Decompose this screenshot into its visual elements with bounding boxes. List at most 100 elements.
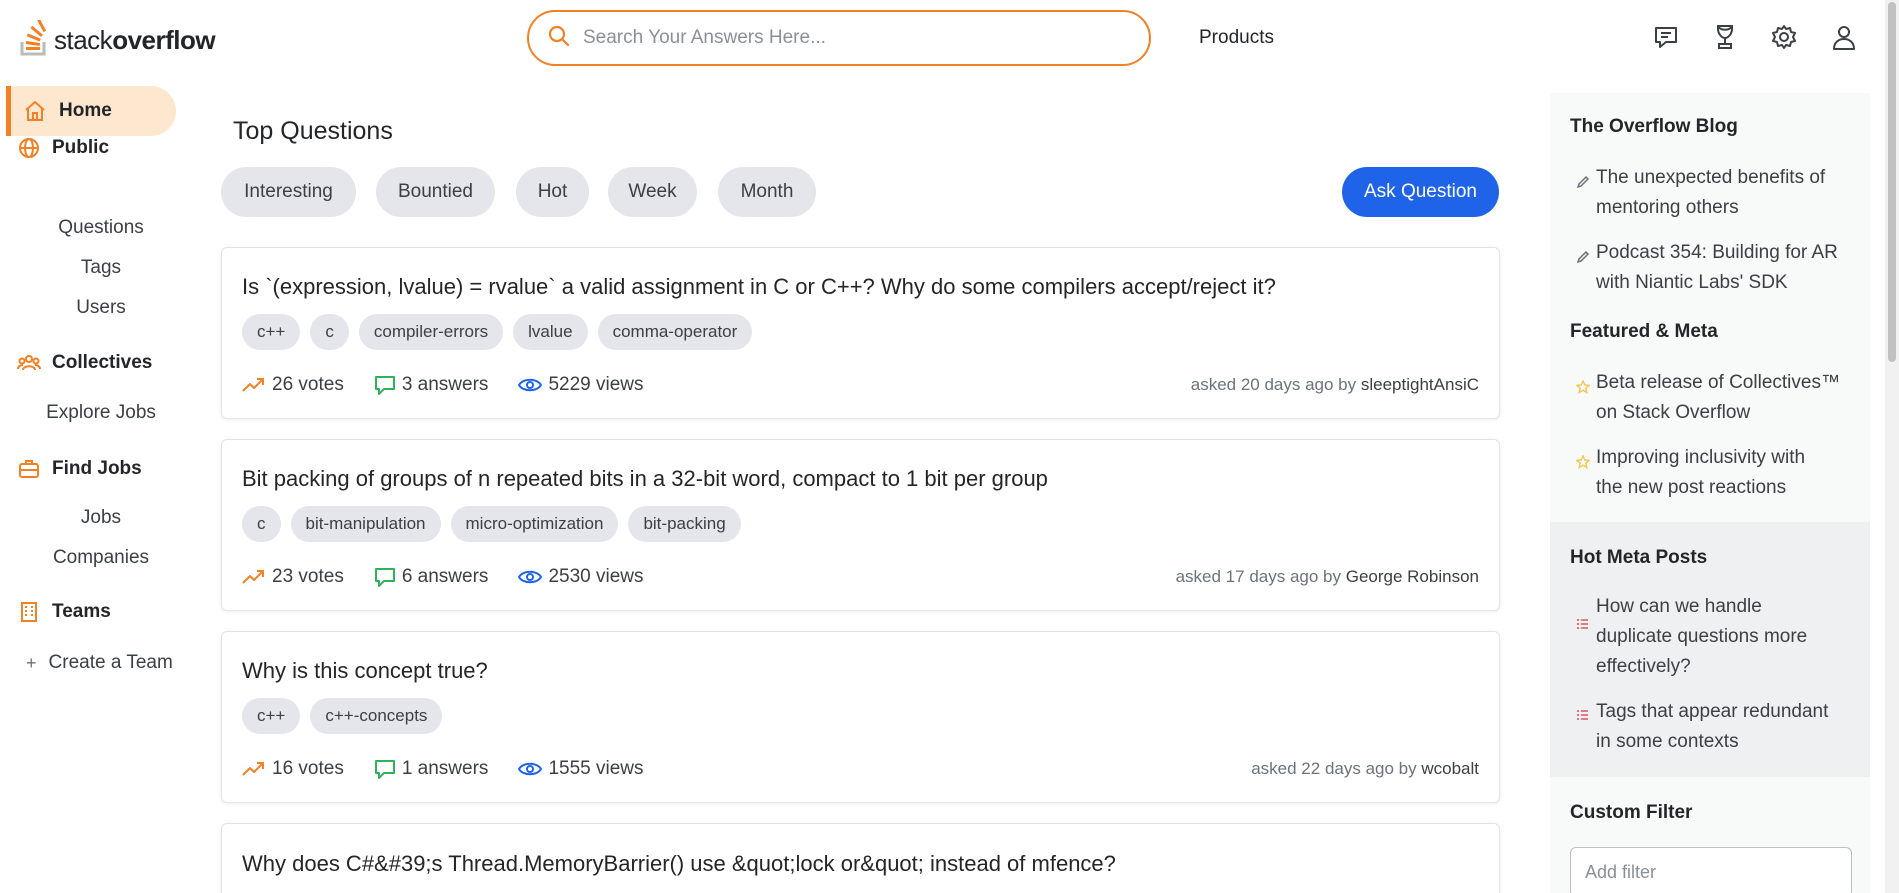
question-title[interactable]: Why does C#&#39;s Thread.MemoryBarrier()… bbox=[242, 851, 1116, 877]
sidebar-item-companies[interactable]: Companies bbox=[6, 547, 196, 569]
question-card: Is `(expression, lvalue) = rvalue` a val… bbox=[221, 247, 1500, 419]
filter-bountied-button[interactable]: Bountied bbox=[376, 167, 495, 217]
inbox-icon[interactable] bbox=[1651, 22, 1681, 52]
featured-item-line: Beta release of Collectives™ bbox=[1596, 372, 1840, 393]
featured-item[interactable]: Improving inclusivity with the new post r… bbox=[1570, 443, 1860, 503]
question-title[interactable]: Bit packing of groups of n repeated bits… bbox=[242, 466, 1048, 492]
sidebar-item-users[interactable]: Users bbox=[6, 297, 196, 319]
add-filter-input[interactable] bbox=[1570, 847, 1852, 893]
sidebar-item-collectives[interactable]: Collectives bbox=[16, 350, 152, 376]
page-title: Top Questions bbox=[233, 117, 393, 145]
tag-list: c++ c compiler-errors lvalue comma-opera… bbox=[242, 314, 753, 350]
trending-up-icon bbox=[242, 760, 266, 778]
views-stat: 1555 views bbox=[518, 758, 644, 780]
tag[interactable]: c++ bbox=[242, 698, 301, 734]
eye-icon bbox=[518, 760, 543, 778]
question-title[interactable]: Why is this concept true? bbox=[242, 658, 488, 684]
filter-interesting-button[interactable]: Interesting bbox=[221, 167, 356, 217]
answers-count: 3 answers bbox=[401, 374, 489, 395]
hot-meta-item-text: How can we handle duplicate questions mor… bbox=[1596, 592, 1807, 682]
sidebar-item-tags[interactable]: Tags bbox=[6, 257, 196, 279]
user-link[interactable]: sleeptightAnsiC bbox=[1361, 375, 1479, 394]
tag[interactable]: comma-operator bbox=[597, 314, 753, 350]
sidebar-item-teams[interactable]: Teams bbox=[16, 599, 111, 625]
stackoverflow-logo[interactable]: stackoverflow bbox=[20, 18, 216, 61]
blog-item-text: Podcast 354: Building for AR with Niantic… bbox=[1596, 238, 1838, 298]
hot-meta-item-text: Tags that appear redundant in some contex… bbox=[1596, 697, 1828, 757]
tag[interactable]: compiler-errors bbox=[358, 314, 504, 350]
votes-count: 23 votes bbox=[272, 566, 344, 587]
top-header: stackoverflow Products bbox=[0, 0, 1899, 78]
answers-count: 6 answers bbox=[401, 566, 489, 587]
featured-item-text: Beta release of Collectives™ on Stack Ove… bbox=[1596, 368, 1840, 428]
user-icon[interactable] bbox=[1829, 22, 1859, 52]
blog-item-line: The unexpected benefits of bbox=[1596, 167, 1826, 188]
tag[interactable]: bit-manipulation bbox=[290, 506, 441, 542]
logo-text-part2: overflow bbox=[112, 25, 216, 55]
scrollbar-thumb[interactable] bbox=[1888, 2, 1896, 362]
sidebar-item-home[interactable]: Home bbox=[6, 86, 176, 136]
answers-stat: 1 answers bbox=[374, 758, 488, 780]
asked-text: asked 17 days ago by bbox=[1175, 567, 1341, 586]
sidebar-item-create-team[interactable]: + Create a Team bbox=[26, 652, 173, 674]
asked-text: asked 22 days ago by bbox=[1251, 759, 1417, 778]
sidebar-item-questions[interactable]: Questions bbox=[6, 217, 196, 239]
featured-item-text: Improving inclusivity with the new post r… bbox=[1596, 443, 1805, 503]
sidebar-item-label: Teams bbox=[52, 601, 111, 622]
trophy-icon[interactable] bbox=[1710, 22, 1740, 52]
ask-question-button[interactable]: Ask Question bbox=[1342, 167, 1499, 217]
tag[interactable]: lvalue bbox=[513, 314, 588, 350]
hot-meta-item-line: Tags that appear redundant bbox=[1596, 701, 1829, 722]
filter-week-button[interactable]: Week bbox=[608, 167, 697, 217]
logo-text: stackoverflow bbox=[54, 25, 216, 56]
page-scrollbar[interactable] bbox=[1885, 0, 1899, 893]
question-stats: 16 votes 1 answers 1555 views bbox=[242, 758, 674, 780]
logo-text-part1: stack bbox=[54, 25, 113, 55]
sidebar-item-jobs[interactable]: Jobs bbox=[6, 507, 196, 529]
sidebar-item-public[interactable]: Public bbox=[16, 135, 109, 161]
filter-hot-button[interactable]: Hot bbox=[516, 167, 589, 217]
plus-icon: + bbox=[26, 652, 37, 673]
sidebar-item-explore-jobs[interactable]: Explore Jobs bbox=[6, 402, 196, 424]
hot-meta-item-line: effectively? bbox=[1596, 656, 1691, 677]
hot-meta-item[interactable]: Tags that appear redundant in some contex… bbox=[1570, 697, 1860, 757]
blog-title: The Overflow Blog bbox=[1570, 116, 1738, 137]
gear-icon[interactable] bbox=[1769, 22, 1799, 52]
featured-title: Featured & Meta bbox=[1570, 321, 1718, 342]
building-icon bbox=[16, 599, 42, 625]
tag[interactable]: c++-concepts bbox=[310, 698, 443, 734]
featured-item[interactable]: Beta release of Collectives™ on Stack Ove… bbox=[1570, 368, 1860, 428]
products-link[interactable]: Products bbox=[1199, 27, 1274, 49]
search-icon bbox=[547, 24, 571, 53]
tag[interactable]: micro-optimization bbox=[450, 506, 619, 542]
hot-meta-item[interactable]: How can we handle duplicate questions mor… bbox=[1570, 592, 1860, 682]
blog-item[interactable]: The unexpected benefits of mentoring othe… bbox=[1570, 163, 1860, 223]
user-link[interactable]: wcobalt bbox=[1421, 759, 1479, 778]
asked-info: asked 17 days ago by George Robinson bbox=[1176, 567, 1479, 587]
sidebar-item-label: Public bbox=[52, 137, 110, 158]
sidebar-item-label: Create a Team bbox=[48, 652, 173, 673]
sidebar-item-label: Find Jobs bbox=[52, 458, 142, 479]
question-title[interactable]: Is `(expression, lvalue) = rvalue` a val… bbox=[242, 274, 1276, 300]
tag[interactable]: c++ bbox=[242, 314, 301, 350]
filter-month-button[interactable]: Month bbox=[718, 167, 816, 217]
globe-icon bbox=[16, 135, 42, 161]
tag[interactable]: c bbox=[310, 314, 349, 350]
search-box[interactable] bbox=[527, 10, 1151, 66]
blog-item[interactable]: Podcast 354: Building for AR with Niantic… bbox=[1570, 238, 1860, 298]
blog-item-line: with Niantic Labs' SDK bbox=[1596, 272, 1788, 293]
tag[interactable]: bit-packing bbox=[628, 506, 741, 542]
question-stats: 23 votes 6 answers 2530 views bbox=[242, 566, 674, 588]
hot-meta-item-line: How can we handle bbox=[1596, 596, 1762, 617]
votes-stat: 26 votes bbox=[242, 374, 344, 396]
sidebar-item-find-jobs[interactable]: Find Jobs bbox=[16, 456, 142, 482]
views-count: 2530 views bbox=[548, 566, 644, 587]
featured-item-line: on Stack Overflow bbox=[1596, 402, 1751, 423]
comment-icon bbox=[374, 758, 396, 780]
user-link[interactable]: George Robinson bbox=[1346, 567, 1479, 586]
answers-stat: 6 answers bbox=[374, 566, 489, 588]
tag[interactable]: c bbox=[242, 506, 281, 542]
search-input[interactable] bbox=[583, 27, 1123, 49]
votes-stat: 16 votes bbox=[242, 758, 344, 780]
blog-item-text: The unexpected benefits of mentoring othe… bbox=[1596, 163, 1825, 223]
